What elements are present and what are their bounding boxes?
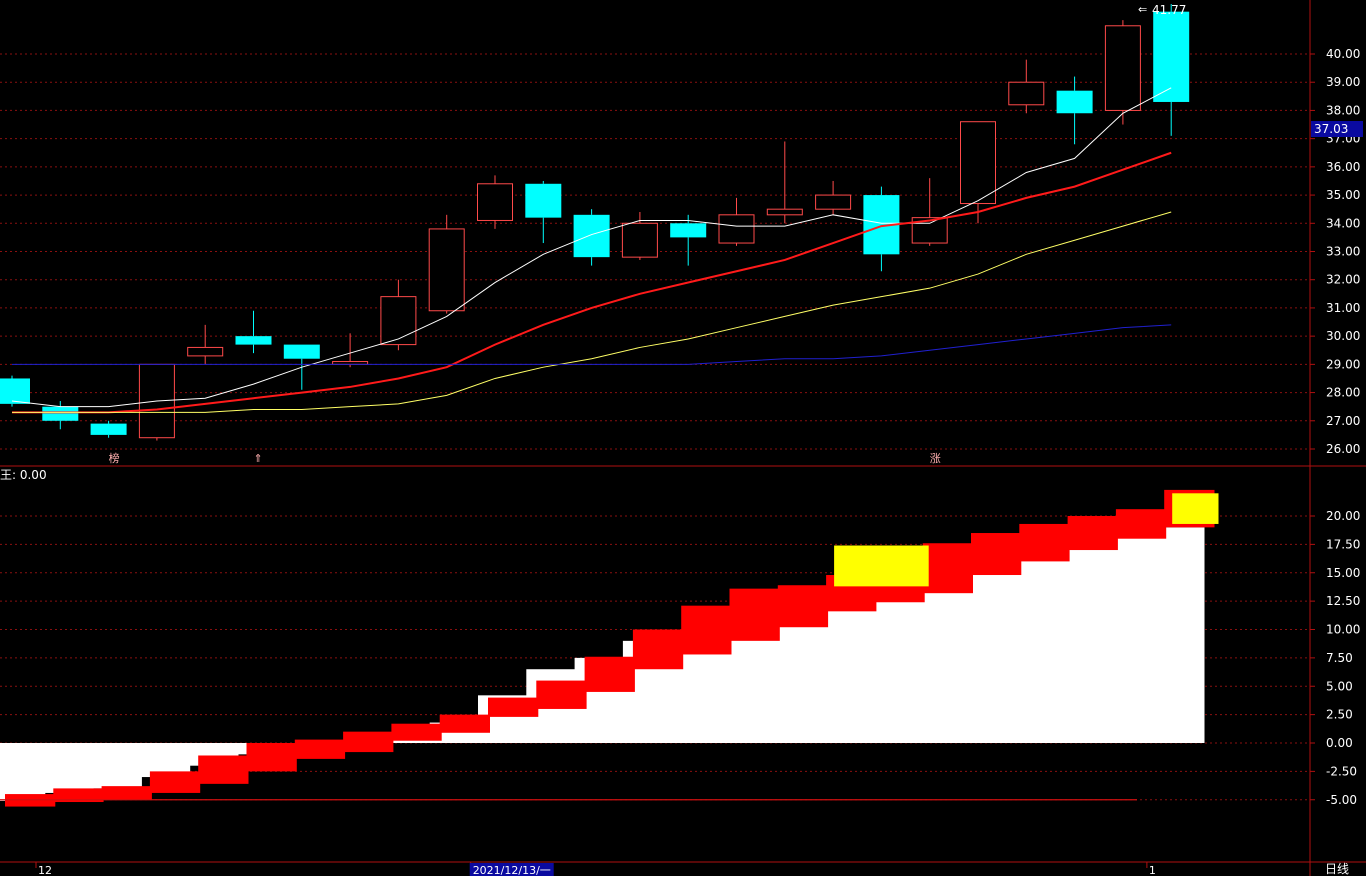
signal-marker: ⇑ bbox=[254, 452, 263, 465]
indicator-tick-label: 2.50 bbox=[1326, 708, 1353, 722]
indicator-white-bar bbox=[0, 743, 46, 801]
indicator-red-bar bbox=[198, 755, 249, 784]
time-label: 1 bbox=[1149, 864, 1156, 876]
candle-body-up bbox=[477, 183, 513, 221]
price-tick-label: 27.00 bbox=[1326, 414, 1360, 428]
indicator-white-bar bbox=[91, 743, 142, 789]
price-tick-label: 36.00 bbox=[1326, 160, 1360, 174]
indicator-tick-label: 10.00 bbox=[1326, 623, 1360, 637]
indicator-red-bar bbox=[294, 739, 346, 759]
candle-body-up bbox=[815, 194, 852, 210]
indicator-white-bar bbox=[1154, 527, 1205, 743]
indicator-name: 王: 0.00 bbox=[0, 468, 47, 482]
price-tick-label: 26.00 bbox=[1326, 442, 1360, 456]
indicator-yellow-block bbox=[1172, 493, 1219, 524]
indicator-red-bar bbox=[681, 605, 732, 655]
indicator-tick-label: 7.50 bbox=[1326, 651, 1353, 665]
price-tick-label: 30.00 bbox=[1326, 329, 1360, 343]
indicator-tick-label: 20.00 bbox=[1326, 509, 1360, 523]
indicator-red-bar bbox=[922, 543, 973, 594]
candle-body-down bbox=[90, 423, 127, 435]
candle-body-up bbox=[960, 121, 996, 205]
indicator-red-bar bbox=[246, 743, 297, 772]
indicator-red-bar bbox=[391, 723, 442, 741]
price-tick-label: 32.00 bbox=[1326, 273, 1360, 287]
price-tick-label: 35.00 bbox=[1326, 188, 1360, 202]
signal-marker: 榜 bbox=[109, 451, 120, 465]
candle-body-up bbox=[1104, 25, 1141, 111]
price-tick-label: 28.00 bbox=[1326, 386, 1360, 400]
indicator-white-bar bbox=[43, 743, 94, 793]
indicator-red-bar bbox=[101, 786, 152, 800]
candle-body-down bbox=[42, 406, 79, 421]
indicator-red-bar bbox=[584, 656, 635, 692]
high-price-label: 41.77 bbox=[1152, 3, 1186, 17]
candle-body-up bbox=[1008, 81, 1045, 106]
indicator-red-bar bbox=[729, 588, 780, 641]
stock-chart: 26.00 27.00 28.00 29.00 30.00 31.00 32.00 33.00… bbox=[0, 0, 1366, 876]
candle-body-up bbox=[718, 214, 755, 244]
indicator-red-bar bbox=[439, 714, 490, 733]
candle-body-down bbox=[1056, 90, 1093, 114]
price-tick-label: 31.00 bbox=[1326, 301, 1360, 315]
indicator-red-bar bbox=[1115, 509, 1167, 539]
indicator-red-bar bbox=[149, 771, 201, 793]
indicator-tick-label: 0.00 bbox=[1326, 736, 1353, 750]
indicator-tick-label: 17.50 bbox=[1326, 537, 1360, 551]
indicator-red-bar bbox=[777, 585, 829, 628]
price-tick-label: 29.00 bbox=[1326, 357, 1360, 371]
candle-body-up bbox=[380, 296, 417, 346]
indicator-tick-label: 5.00 bbox=[1326, 679, 1353, 693]
candle-body-up bbox=[187, 346, 224, 357]
price-tick-label: 34.00 bbox=[1326, 216, 1360, 230]
indicator-tick-label: -5.00 bbox=[1326, 793, 1357, 807]
signal-marker: 涨 bbox=[930, 452, 941, 465]
indicator-red-bar bbox=[343, 731, 394, 753]
price-tick-label: 40.00 bbox=[1326, 47, 1360, 61]
indicator-tick-label: 12.50 bbox=[1326, 594, 1360, 608]
price-tick-label: 33.00 bbox=[1326, 245, 1360, 259]
indicator-white-bar bbox=[1105, 536, 1157, 743]
candle-body-down bbox=[525, 183, 562, 218]
candle-body-down bbox=[283, 344, 320, 359]
high-price-arrow: ⇐ bbox=[1138, 3, 1147, 16]
candle-body-up bbox=[766, 208, 803, 216]
candle-body-up bbox=[428, 228, 465, 312]
price-tick-label: 39.00 bbox=[1326, 75, 1360, 89]
indicator-tick-label: -2.50 bbox=[1326, 764, 1357, 778]
last-price-value: 37.03 bbox=[1314, 122, 1348, 136]
candle-body-down bbox=[670, 223, 707, 238]
indicator-red-bar bbox=[632, 629, 684, 670]
period-label[interactable]: 日线 bbox=[1325, 862, 1349, 876]
indicator-red-bar bbox=[971, 533, 1022, 576]
indicator-yellow-block bbox=[834, 545, 929, 587]
indicator-red-bar bbox=[1067, 516, 1118, 551]
time-label: 2021/12/13/一 bbox=[473, 864, 551, 876]
indicator-tick-label: 15.00 bbox=[1326, 566, 1360, 580]
price-tick-label: 38.00 bbox=[1326, 103, 1360, 117]
indicator-white-bar bbox=[1009, 554, 1060, 743]
indicator-red-bar bbox=[488, 697, 539, 717]
candle-body-down bbox=[573, 214, 610, 258]
candle-body-up bbox=[621, 222, 658, 258]
indicator-red-bar bbox=[1019, 523, 1070, 562]
candle-body-down bbox=[0, 378, 30, 404]
time-label: 12 bbox=[38, 864, 52, 876]
candle-body-down bbox=[235, 336, 272, 345]
indicator-red-bar bbox=[536, 680, 587, 709]
indicator-white-bar bbox=[1057, 544, 1108, 743]
